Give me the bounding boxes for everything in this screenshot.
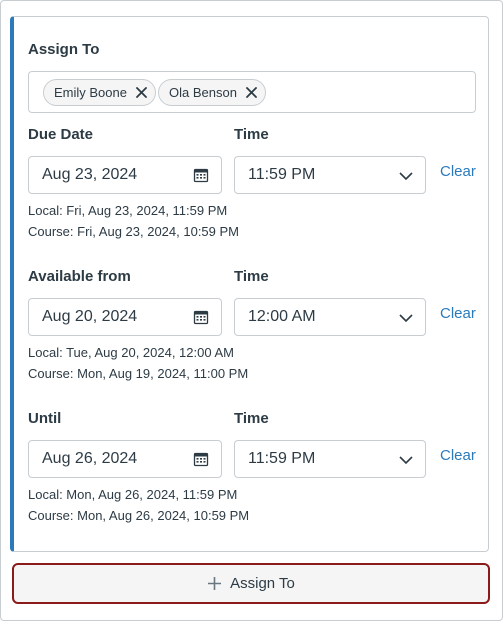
add-assign-to-button[interactable]: Assign To	[12, 563, 490, 604]
assign-to-label: Assign To	[28, 41, 100, 58]
remove-icon[interactable]	[246, 87, 257, 98]
available-date-input[interactable]: Aug 20, 2024	[28, 298, 222, 336]
until-clear-link[interactable]: Clear	[440, 447, 476, 464]
until-local-time: Local: Mon, Aug 26, 2024, 11:59 PM	[28, 487, 238, 502]
due-time-select[interactable]: 11:59 PM	[234, 156, 426, 194]
until-label: Until	[28, 410, 62, 427]
chevron-down-icon	[399, 453, 413, 467]
until-time-select[interactable]: 11:59 PM	[234, 440, 426, 478]
available-local-time: Local: Tue, Aug 20, 2024, 12:00 AM	[28, 345, 234, 360]
until-course-time: Course: Mon, Aug 26, 2024, 10:59 PM	[28, 508, 250, 523]
assignee-chip[interactable]: Ola Benson	[158, 79, 266, 106]
until-time-value: 11:59 PM	[248, 450, 316, 467]
calendar-icon[interactable]	[193, 309, 209, 325]
available-course-time: Course: Mon, Aug 19, 2024, 11:00 PM	[28, 366, 249, 381]
add-assign-to-label: Assign To	[230, 575, 295, 592]
available-time-select[interactable]: 12:00 AM	[234, 298, 426, 336]
plus-icon	[207, 576, 222, 591]
until-date-value: Aug 26, 2024	[42, 450, 138, 467]
due-local-time: Local: Fri, Aug 23, 2024, 11:59 PM	[28, 203, 228, 218]
due-date-label: Due Date	[28, 126, 94, 143]
chevron-down-icon	[399, 311, 413, 325]
assign-to-input[interactable]: Emily Boone Ola Benson	[28, 71, 476, 113]
due-time-value: 11:59 PM	[248, 166, 316, 183]
due-clear-link[interactable]: Clear	[440, 163, 476, 180]
chevron-down-icon	[399, 169, 413, 183]
available-clear-link[interactable]: Clear	[440, 305, 476, 322]
calendar-icon[interactable]	[193, 167, 209, 183]
available-from-label: Available from	[28, 268, 131, 285]
due-course-time: Course: Fri, Aug 23, 2024, 10:59 PM	[28, 224, 240, 239]
assignee-name: Ola Benson	[169, 85, 237, 100]
due-date-value: Aug 23, 2024	[42, 166, 138, 183]
available-time-label: Time	[234, 268, 269, 285]
assignee-name: Emily Boone	[54, 85, 127, 100]
due-time-label: Time	[234, 126, 269, 143]
assignee-chip[interactable]: Emily Boone	[43, 79, 156, 106]
until-date-input[interactable]: Aug 26, 2024	[28, 440, 222, 478]
due-date-input[interactable]: Aug 23, 2024	[28, 156, 222, 194]
calendar-icon[interactable]	[193, 451, 209, 467]
available-date-value: Aug 20, 2024	[42, 308, 138, 325]
until-time-label: Time	[234, 410, 269, 427]
available-time-value: 12:00 AM	[248, 308, 316, 325]
remove-icon[interactable]	[136, 87, 147, 98]
